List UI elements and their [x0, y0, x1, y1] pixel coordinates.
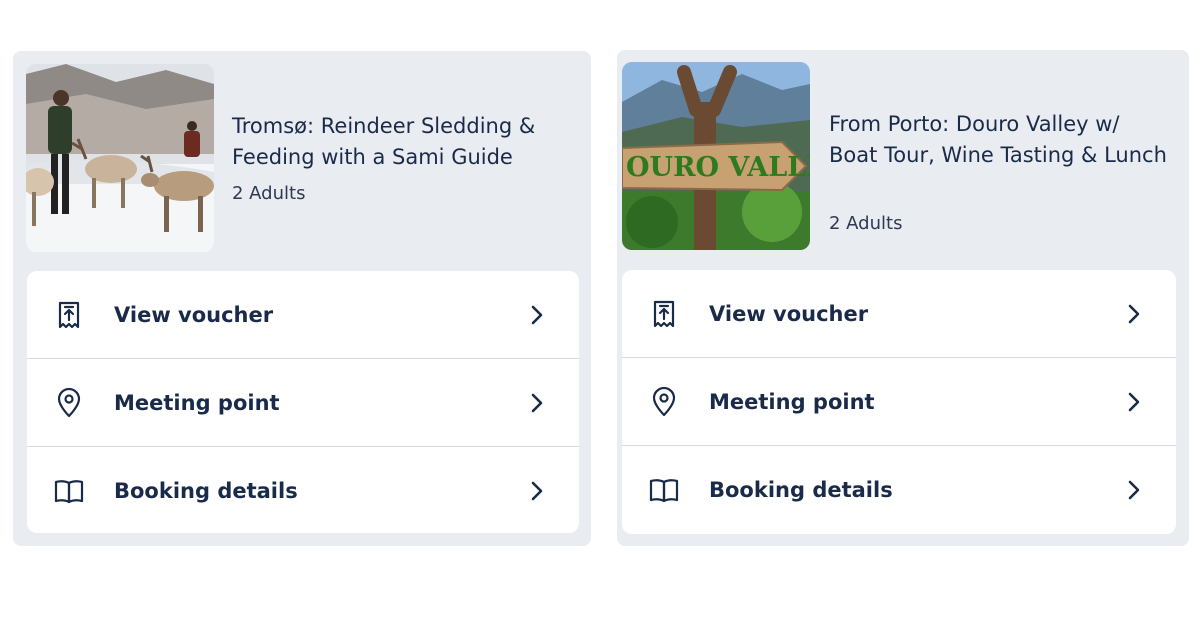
chevron-right-icon	[1124, 388, 1144, 416]
chevron-right-icon	[1124, 476, 1144, 504]
meeting-point-row[interactable]: Meeting point	[27, 359, 579, 447]
chevron-right-icon	[527, 477, 547, 505]
location-pin-icon	[53, 387, 85, 419]
view-voucher-row[interactable]: View voucher	[622, 270, 1176, 358]
chevron-right-icon	[1124, 300, 1144, 328]
chevron-right-icon	[527, 301, 547, 329]
chevron-right-icon	[527, 389, 547, 417]
booking-card-reindeer: Tromsø: Reindeer Sledding & Feeding with…	[13, 51, 591, 546]
booking-header[interactable]: Tromsø: Reindeer Sledding & Feeding with…	[13, 51, 591, 261]
ticket-icon	[648, 298, 680, 330]
view-voucher-label: View voucher	[114, 302, 274, 327]
booking-details-label: Booking details	[709, 478, 893, 502]
location-pin-icon	[648, 386, 680, 418]
booking-details-row[interactable]: Booking details	[27, 447, 579, 533]
sign-text: OURO VALLEY	[626, 152, 810, 183]
booking-header[interactable]: OURO VALLEY From Porto: Douro Valley w/ …	[617, 50, 1189, 260]
meeting-point-label: Meeting point	[709, 389, 875, 414]
activity-title[interactable]: Tromsø: Reindeer Sledding & Feeding with…	[232, 111, 572, 173]
booking-details-label: Booking details	[114, 479, 298, 503]
booking-actions: View voucher Meeting point Booking detai…	[622, 270, 1176, 534]
view-voucher-label: View voucher	[709, 301, 869, 326]
view-voucher-row[interactable]: View voucher	[27, 271, 579, 359]
meeting-point-row[interactable]: Meeting point	[622, 358, 1176, 446]
activity-image	[26, 64, 214, 252]
booking-details-row[interactable]: Booking details	[622, 446, 1176, 534]
meeting-point-label: Meeting point	[114, 390, 280, 415]
book-icon	[648, 474, 680, 506]
booking-card-douro: OURO VALLEY From Porto: Douro Valley w/ …	[617, 50, 1189, 546]
book-icon	[53, 475, 85, 507]
activity-title[interactable]: From Porto: Douro Valley w/ Boat Tour, W…	[829, 109, 1169, 171]
guest-count: 2 Adults	[829, 213, 903, 234]
booking-actions: View voucher Meeting point Booking detai…	[27, 271, 579, 533]
activity-image: OURO VALLEY	[622, 62, 810, 250]
ticket-icon	[53, 299, 85, 331]
guest-count: 2 Adults	[232, 183, 306, 204]
